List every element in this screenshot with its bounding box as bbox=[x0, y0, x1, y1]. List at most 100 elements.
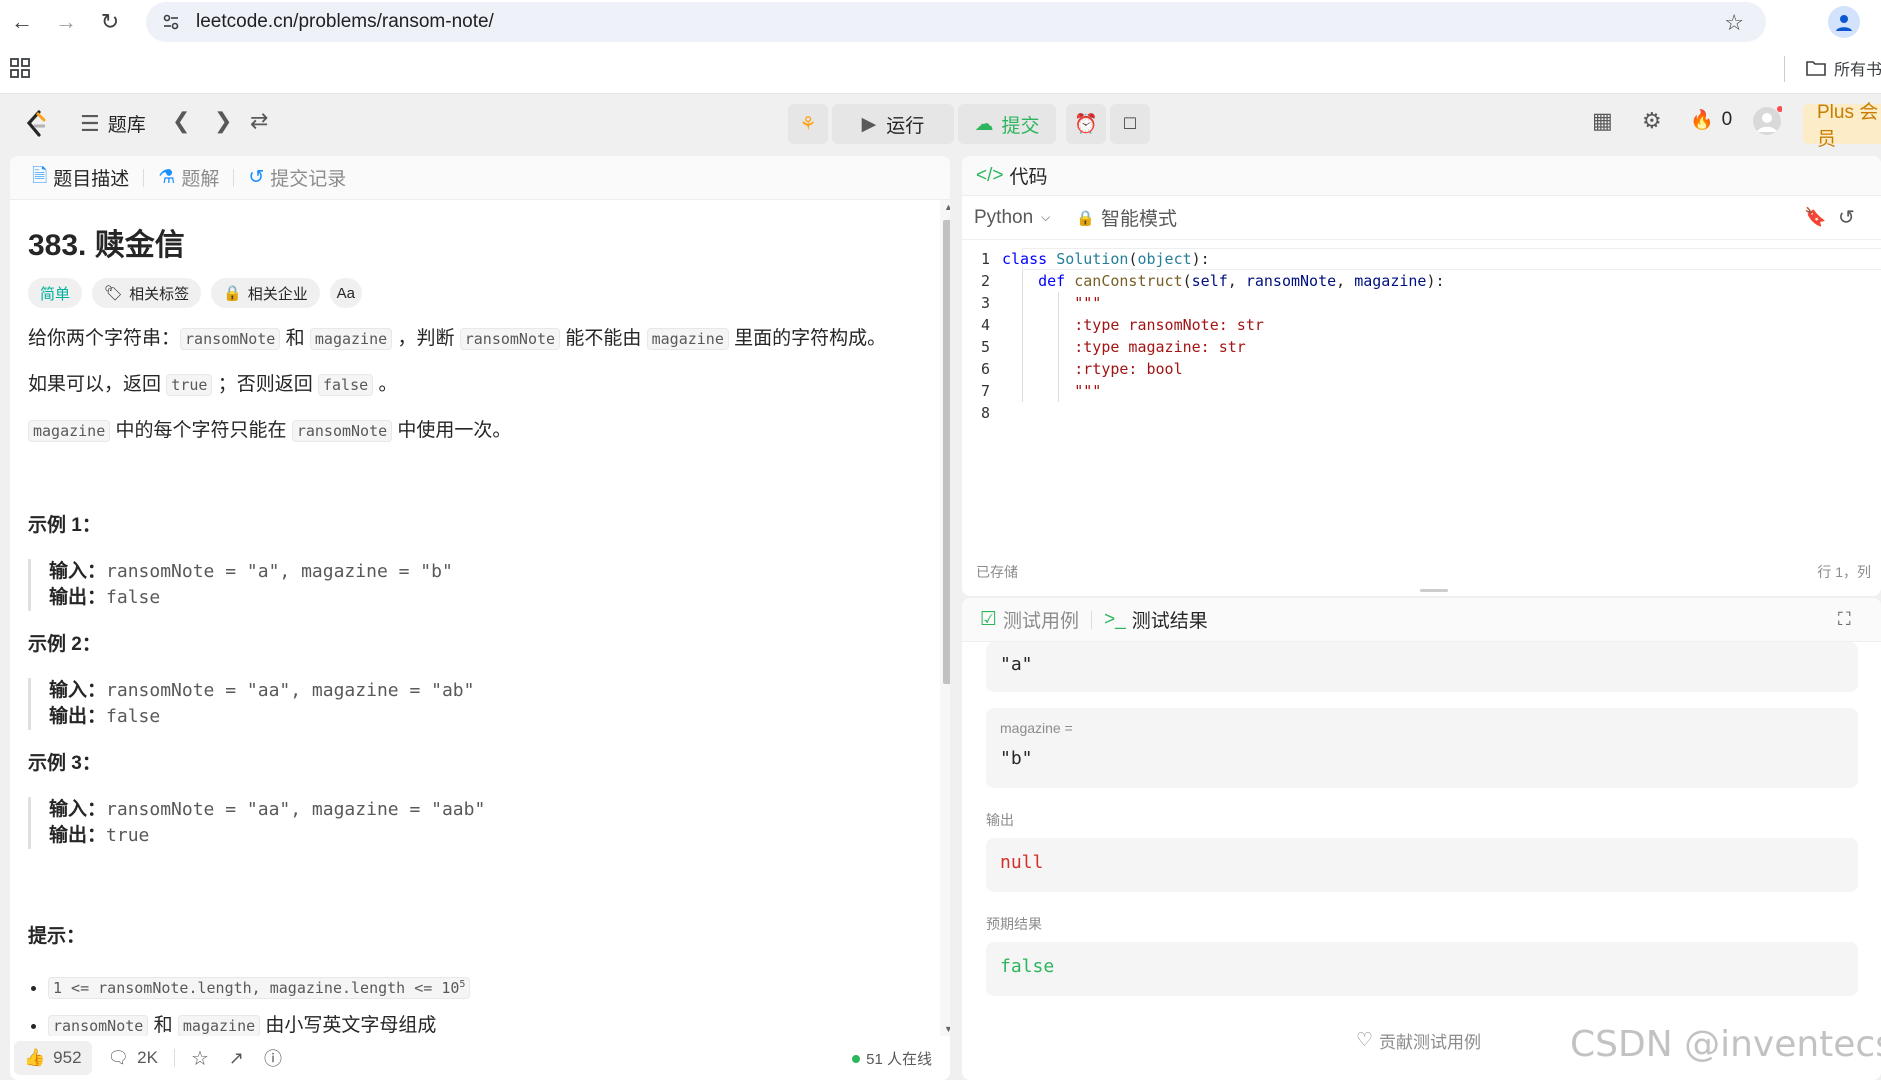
bookmark-icon[interactable]: 🔖 bbox=[1804, 207, 1826, 228]
streak-button[interactable]: 🔥 0 bbox=[1690, 108, 1732, 132]
scroll-down-icon[interactable]: ▼ bbox=[944, 1024, 950, 1034]
example-block: 输入：ransomNote = "a", magazine = "b" 输出：f… bbox=[28, 559, 928, 611]
favorite-star-icon[interactable]: ☆ bbox=[181, 1041, 219, 1075]
problemset-button[interactable]: ☰ 题库 bbox=[80, 110, 146, 137]
all-bookmarks-button[interactable]: 所有书 bbox=[1806, 56, 1881, 80]
all-bookmarks-label: 所有书 bbox=[1834, 62, 1881, 79]
address-bar[interactable]: leetcode.cn/problems/ransom-note/ ☆ bbox=[146, 2, 1766, 42]
description-scrollbar[interactable]: ▲ ▼ bbox=[940, 200, 950, 1036]
forward-icon[interactable]: → bbox=[44, 0, 88, 44]
example-output: false bbox=[106, 587, 161, 608]
code-line: 1 class Solution(object): bbox=[962, 248, 1210, 270]
plus-membership-button[interactable]: Plus 会员 bbox=[1803, 102, 1881, 150]
note-icon[interactable]: □ bbox=[1110, 104, 1150, 144]
expected-value: false bbox=[1000, 956, 1055, 977]
alarm-clock-icon[interactable]: ⏰ bbox=[1066, 104, 1106, 144]
input-value-box: "a" bbox=[986, 642, 1858, 692]
constraints-list: 1 <= ransomNote.length, magazine.length … bbox=[28, 970, 928, 1041]
lock-icon: 🔒 bbox=[223, 285, 242, 302]
play-icon: ▶ bbox=[861, 113, 877, 135]
line-number: 4 bbox=[980, 316, 990, 334]
comments-button[interactable]: 🗨 2K bbox=[98, 1041, 168, 1075]
text: 和 bbox=[285, 328, 305, 349]
profile-avatar-icon[interactable] bbox=[1828, 6, 1860, 38]
reset-code-icon[interactable]: ↺ bbox=[1838, 205, 1855, 230]
tab-testcases[interactable]: ☑ 测试用例 bbox=[976, 606, 1083, 633]
output-box: null bbox=[986, 838, 1858, 892]
tab-description[interactable]: 🗎 题目描述 bbox=[24, 162, 137, 194]
hints-title: 提示： bbox=[28, 926, 86, 947]
settings-gear-icon[interactable]: ⚙ bbox=[1642, 108, 1662, 134]
example-block: 输入：ransomNote = "aa", magazine = "aab" 输… bbox=[28, 797, 928, 849]
tab-solutions[interactable]: ⚗ 题解 bbox=[150, 164, 227, 191]
site-info-icon[interactable] bbox=[160, 11, 182, 33]
related-tags-button[interactable]: 🏷 相关标签 bbox=[92, 278, 202, 308]
debug-button[interactable]: ⚘ bbox=[788, 104, 828, 144]
flask-icon: ⚗ bbox=[158, 167, 176, 188]
cloud-upload-icon: ☁ bbox=[974, 113, 994, 135]
code-line: 6 :rtype: bool bbox=[962, 358, 1183, 380]
prev-problem-icon[interactable]: ❮ bbox=[172, 108, 190, 134]
scroll-up-icon[interactable]: ▲ bbox=[944, 202, 950, 212]
example-1: 示例 1： 输入：ransomNote = "a", magazine = "b… bbox=[28, 510, 928, 611]
panel-resize-handle[interactable] bbox=[1420, 589, 1448, 592]
language-select[interactable]: Python ⌵ bbox=[974, 207, 1050, 229]
example-input: ransomNote = "aa", magazine = "ab" bbox=[106, 680, 475, 701]
related-companies-button[interactable]: 🔒 相关企业 bbox=[211, 278, 320, 308]
scrollbar-thumb[interactable] bbox=[943, 220, 950, 684]
comment-count: 2K bbox=[137, 1048, 158, 1067]
tab-submissions[interactable]: ↺ 提交记录 bbox=[240, 164, 354, 191]
tab-divider bbox=[1091, 610, 1093, 629]
difficulty-badge: 简单 bbox=[28, 278, 83, 308]
example-2: 示例 2： 输入：ransomNote = "aa", magazine = "… bbox=[28, 629, 928, 730]
tab-test-results[interactable]: >_ 测试结果 bbox=[1100, 606, 1212, 633]
user-avatar-icon[interactable] bbox=[1752, 106, 1782, 136]
code-text: :type ransomNote: str bbox=[1002, 316, 1264, 334]
back-icon[interactable]: ← bbox=[0, 0, 44, 44]
like-button[interactable]: 👍 952 bbox=[14, 1041, 92, 1075]
code-text: :rtype: bool bbox=[1002, 360, 1183, 378]
output-label: 输出： bbox=[49, 587, 107, 608]
apps-grid-icon[interactable] bbox=[10, 58, 32, 80]
tab-code[interactable]: 代码 bbox=[1009, 162, 1047, 189]
input-label: 输入： bbox=[49, 680, 107, 701]
reload-icon[interactable]: ↻ bbox=[88, 0, 132, 44]
problem-title[interactable]: 383. 赎金信 bbox=[28, 220, 928, 264]
inline-code: magazine bbox=[177, 1015, 261, 1037]
line-number: 6 bbox=[980, 360, 990, 378]
run-button[interactable]: ▶ 运行 bbox=[832, 104, 954, 144]
code-editor[interactable]: 1 class Solution(object): 2 def canConstr… bbox=[962, 248, 1881, 548]
tab-test-results-label: 测试结果 bbox=[1131, 611, 1208, 632]
tab-solutions-label: 题解 bbox=[181, 169, 220, 190]
code-line: 7 """ bbox=[962, 380, 1101, 402]
share-icon[interactable]: ↗ bbox=[219, 1041, 254, 1075]
submit-button[interactable]: ☁ 提交 bbox=[958, 104, 1056, 144]
layout-grid-icon[interactable]: ▦ bbox=[1592, 108, 1613, 134]
terminal-icon: >_ bbox=[1104, 608, 1126, 630]
next-problem-icon[interactable]: ❯ bbox=[214, 108, 232, 134]
text: 。 bbox=[378, 374, 398, 395]
leetcode-logo[interactable] bbox=[24, 110, 48, 138]
smart-mode-toggle[interactable]: 🔒 智能模式 bbox=[1076, 204, 1177, 231]
random-problem-icon[interactable]: ⇄ bbox=[250, 108, 268, 134]
superscript: 5 bbox=[459, 979, 466, 990]
text: ；否则返回 bbox=[217, 374, 313, 395]
online-status: 51 人在线 bbox=[852, 1048, 932, 1069]
history-icon: ↺ bbox=[248, 167, 265, 188]
translate-icon[interactable]: Aa bbox=[329, 278, 362, 308]
input-magazine-box: magazine = "b" bbox=[986, 708, 1858, 788]
center-toolbar: ⚘ ▶ 运行 ☁ 提交 ⏰ □ bbox=[788, 104, 1150, 144]
example-output: false bbox=[106, 706, 161, 727]
text: 里面的字符构成。 bbox=[734, 328, 887, 349]
fullscreen-icon[interactable]: ⛶ bbox=[1838, 609, 1851, 630]
code-line: 5 :type magazine: str bbox=[962, 336, 1246, 358]
help-icon[interactable]: ⓘ bbox=[254, 1041, 292, 1075]
url-text[interactable]: leetcode.cn/problems/ransom-note/ bbox=[196, 11, 494, 33]
submit-label: 提交 bbox=[1001, 115, 1040, 137]
line-number: 7 bbox=[980, 382, 990, 400]
inline-code: magazine bbox=[309, 328, 393, 350]
bookmark-star-icon[interactable]: ☆ bbox=[1724, 10, 1744, 36]
example-title: 示例 1： bbox=[28, 515, 101, 536]
magazine-label: magazine = bbox=[1000, 720, 1073, 736]
contribute-testcase-button[interactable]: ♡ 贡献测试用例 bbox=[1356, 1028, 1481, 1053]
